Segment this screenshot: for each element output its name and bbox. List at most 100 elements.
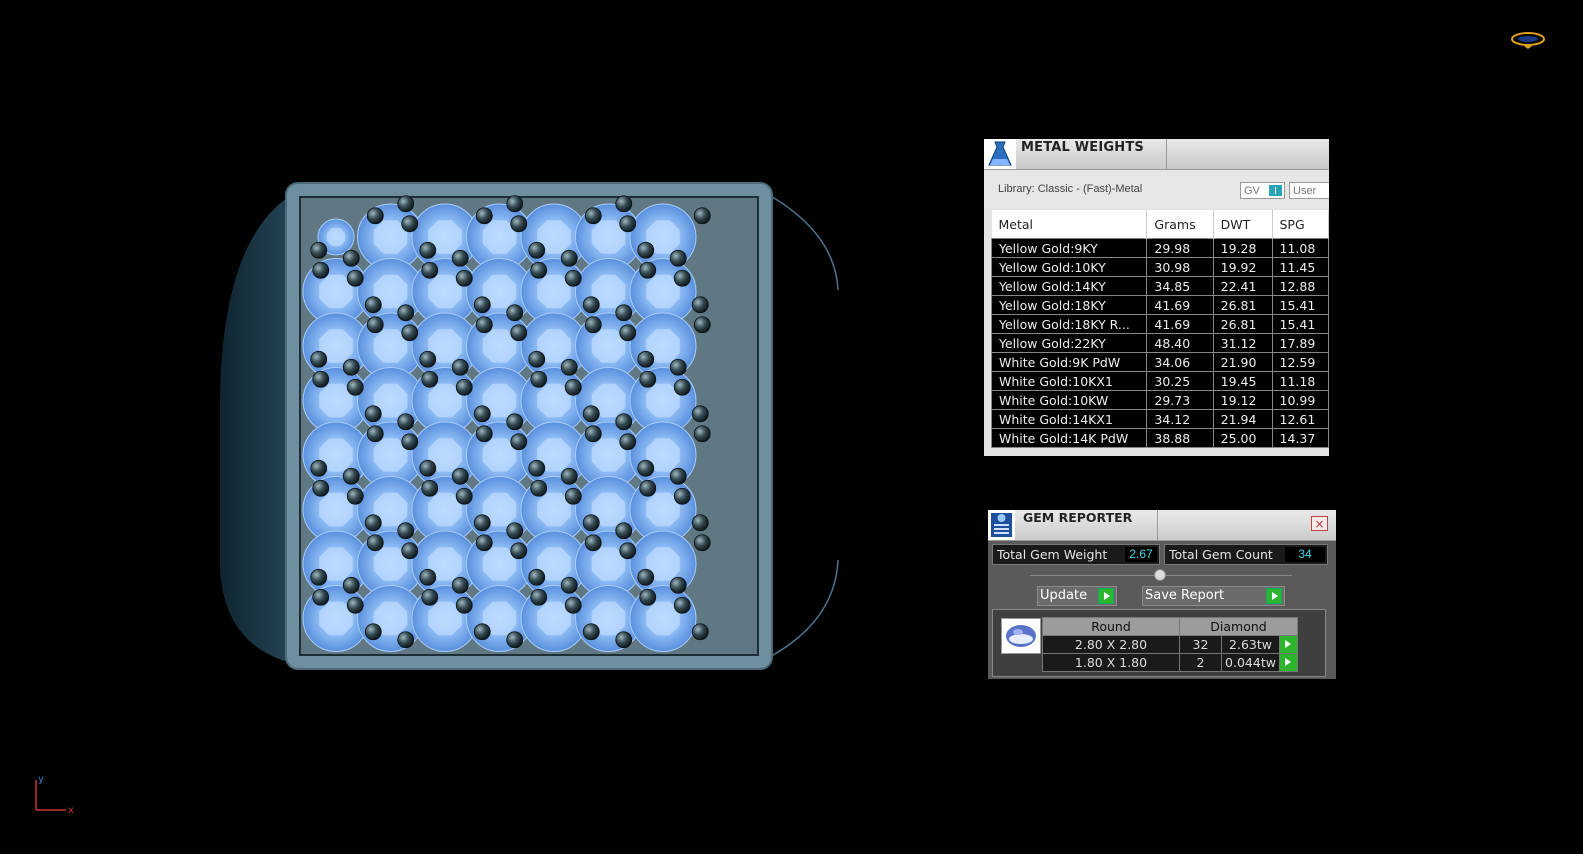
metal-bead [475, 425, 493, 443]
dwt-cell: 21.90 [1212, 352, 1273, 372]
play-arrow-icon [1098, 588, 1114, 604]
metal-bead [397, 522, 415, 540]
metal-bead [475, 316, 493, 334]
metal-bead [510, 324, 528, 342]
dwt-cell: 19.12 [1212, 390, 1273, 410]
table-row[interactable]: White Gold:14K PdW 38.88 25.00 14.37 [990, 428, 1329, 448]
metal-bead [419, 350, 437, 368]
grams-cell: 38.88 [1146, 428, 1214, 448]
metal-bead [615, 304, 633, 322]
total-gem-weight-field: Total Gem Weight 2.67 [992, 544, 1160, 565]
metal-bead [364, 623, 382, 641]
metal-bead [669, 249, 687, 267]
ring-logo-icon[interactable] [1510, 30, 1546, 50]
gem-report-icon [988, 510, 1015, 540]
table-row[interactable]: Yellow Gold:14KY 34.85 22.41 12.88 [990, 276, 1329, 296]
column-header-spg[interactable]: SPG [1272, 210, 1329, 239]
metal-bead [506, 304, 524, 322]
table-row[interactable]: Yellow Gold:18KY R... 41.69 26.81 15.41 [990, 314, 1329, 334]
metal-name-cell: White Gold:10KX1 [990, 371, 1148, 391]
column-header-dwt[interactable]: DWT [1213, 210, 1273, 239]
table-row[interactable]: Yellow Gold:9KY 29.98 19.28 11.08 [990, 238, 1329, 258]
gem-reporter-header[interactable]: GEM REPORTER × [988, 510, 1336, 541]
3d-viewport[interactable] [0, 0, 1583, 854]
metal-bead [506, 522, 524, 540]
metal-bead [564, 487, 582, 505]
user-toggle-label: User [1293, 185, 1317, 197]
gem-weight-cell: 0.044tw [1221, 653, 1280, 672]
save-report-button[interactable]: Save Report [1142, 586, 1285, 606]
metal-bead [419, 459, 437, 477]
metal-bead [584, 534, 602, 552]
metal-bead [397, 413, 415, 431]
gv-toggle[interactable]: GV [1240, 182, 1285, 199]
row-action-button[interactable] [1279, 635, 1298, 654]
ring-model[interactable] [220, 182, 839, 670]
metal-bead [451, 576, 469, 594]
gem-row[interactable]: 1.80 X 1.80 2 0.044tw [1042, 653, 1298, 672]
table-row[interactable]: Yellow Gold:10KY 30.98 19.92 11.45 [990, 257, 1329, 277]
table-header-row: Round Diamond [1042, 617, 1298, 636]
metal-bead [582, 296, 600, 314]
metal-bead [455, 487, 473, 505]
spg-cell: 15.41 [1271, 295, 1329, 315]
table-row[interactable]: White Gold:14KX1 34.12 21.94 12.61 [990, 409, 1329, 429]
axis-x-label: x [68, 805, 74, 816]
play-arrow-icon [1280, 655, 1296, 670]
grams-cell: 41.69 [1146, 314, 1214, 334]
splitter-handle[interactable] [1154, 569, 1166, 581]
metal-bead [691, 405, 709, 423]
user-toggle[interactable]: User [1289, 182, 1329, 199]
metal-bead [364, 296, 382, 314]
metal-bead [619, 215, 637, 233]
update-button[interactable]: Update [1037, 586, 1117, 606]
metal-bead [310, 350, 328, 368]
table-row[interactable]: Yellow Gold:22KY 48.40 31.12 17.89 [990, 333, 1329, 353]
column-header-metal[interactable]: Metal [991, 210, 1148, 239]
grams-cell: 48.40 [1146, 333, 1214, 353]
metal-bead [693, 207, 711, 225]
round-gem-icon [1001, 618, 1041, 654]
metal-bead [530, 479, 548, 497]
metal-bead [510, 215, 528, 233]
column-header-grams[interactable]: Grams [1146, 210, 1214, 239]
metal-bead [342, 576, 360, 594]
metal-bead [615, 631, 633, 649]
gem-count-cell: 32 [1179, 635, 1222, 654]
metal-bead [619, 324, 637, 342]
table-row[interactable]: White Gold:10KW 29.73 19.12 10.99 [990, 390, 1329, 410]
metal-weights-header[interactable]: METAL WEIGHTS [984, 139, 1329, 170]
table-row[interactable]: White Gold:10KX1 30.25 19.45 11.18 [990, 371, 1329, 391]
metal-bead [473, 623, 491, 641]
spg-cell: 11.45 [1271, 257, 1329, 277]
metal-bead [619, 433, 637, 451]
gem-row[interactable]: 2.80 X 2.80 32 2.63tw [1042, 635, 1298, 654]
metal-bead [564, 378, 582, 396]
metal-bead [419, 568, 437, 586]
metal-bead [673, 487, 691, 505]
metal-bead [693, 425, 711, 443]
spg-cell: 12.88 [1271, 276, 1329, 296]
dwt-cell: 19.28 [1212, 238, 1273, 258]
axis-indicator: y x [35, 774, 74, 816]
metal-bead [530, 370, 548, 388]
close-button[interactable]: × [1311, 516, 1328, 531]
metal-bead [346, 487, 364, 505]
spg-cell: 15.41 [1271, 314, 1329, 334]
metal-bead [419, 241, 437, 259]
table-row[interactable]: Yellow Gold:18KY 41.69 26.81 15.41 [990, 295, 1329, 315]
metal-bead [637, 350, 655, 368]
metal-bead [510, 433, 528, 451]
grams-cell: 34.06 [1146, 352, 1214, 372]
table-header-row: Metal Grams DWT SPG [991, 210, 1329, 239]
row-action-button[interactable] [1279, 653, 1298, 672]
diamond-table-facet [326, 227, 346, 247]
metal-bead [401, 324, 419, 342]
gv-toggle-switch[interactable] [1269, 185, 1282, 196]
table-row[interactable]: White Gold:9K PdW 34.06 21.90 12.59 [990, 352, 1329, 372]
spg-cell: 12.61 [1271, 409, 1329, 429]
metal-bead [346, 596, 364, 614]
total-gem-count-value: 34 [1285, 547, 1325, 562]
metal-bead [615, 195, 633, 213]
metal-bead [397, 631, 415, 649]
